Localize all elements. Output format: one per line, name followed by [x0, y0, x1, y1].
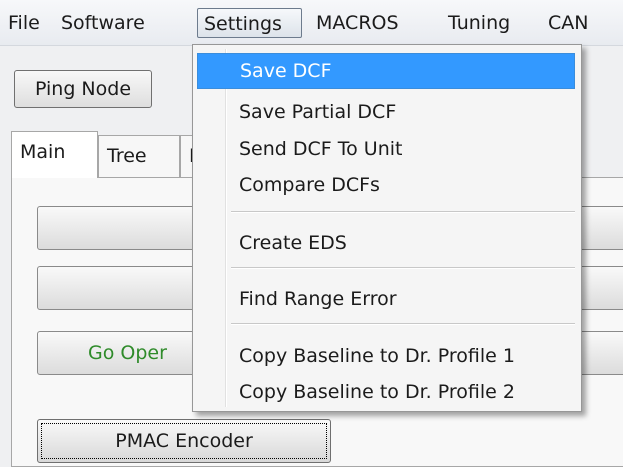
- menu-macros[interactable]: MACROS: [316, 8, 399, 38]
- tab-tree[interactable]: Tree: [98, 135, 180, 177]
- menu-file[interactable]: File: [8, 8, 40, 38]
- menu-item-send-dcf-to-unit[interactable]: Send DCF To Unit: [239, 134, 402, 164]
- menu-settings[interactable]: Settings: [197, 8, 302, 38]
- menu-can[interactable]: CAN: [548, 8, 588, 38]
- menu-separator: [231, 211, 575, 213]
- menu-item-create-eds[interactable]: Create EDS: [239, 228, 347, 258]
- tab-main[interactable]: Main: [11, 131, 98, 178]
- menu-software[interactable]: Software: [61, 8, 145, 38]
- menu-item-find-range-error[interactable]: Find Range Error: [239, 284, 397, 314]
- menu-tuning[interactable]: Tuning: [448, 8, 510, 38]
- pmac-encoder-button[interactable]: PMAC Encoder: [37, 419, 331, 463]
- menu-separator: [231, 323, 575, 325]
- menu-separator: [231, 267, 575, 269]
- ping-node-button[interactable]: Ping Node: [14, 70, 152, 108]
- menu-item-save-dcf[interactable]: Save DCF: [197, 53, 575, 89]
- menu-item-compare-dcfs[interactable]: Compare DCFs: [239, 170, 380, 200]
- menu-item-copy-baseline-profile-2[interactable]: Copy Baseline to Dr. Profile 2: [239, 377, 515, 407]
- menu-bar: File Software Settings MACROS Tuning CAN: [0, 0, 623, 46]
- menu-item-save-partial-dcf[interactable]: Save Partial DCF: [239, 97, 396, 127]
- menu-item-copy-baseline-profile-1[interactable]: Copy Baseline to Dr. Profile 1: [239, 341, 515, 371]
- settings-dropdown: Save DCF Save Partial DCF Send DCF To Un…: [192, 44, 582, 412]
